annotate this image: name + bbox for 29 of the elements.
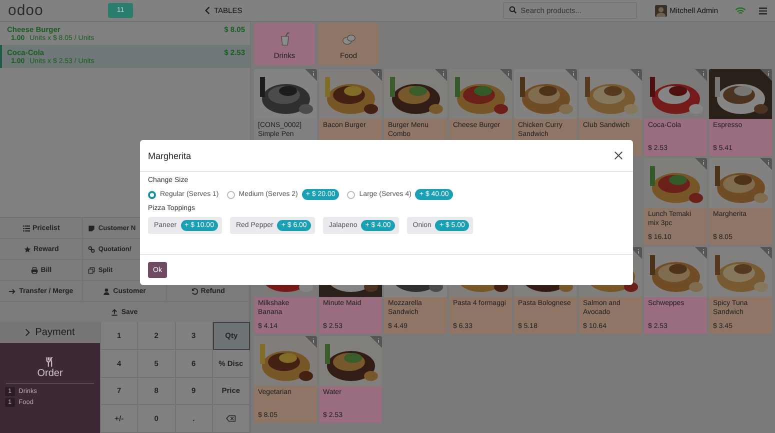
arrow-icon	[9, 288, 16, 294]
radio-button[interactable]	[226, 190, 235, 198]
food-icon	[342, 32, 356, 46]
note-icon	[88, 224, 96, 232]
star-icon	[24, 246, 31, 252]
close-icon[interactable]	[614, 151, 623, 160]
list-icon	[22, 224, 30, 232]
wifi-icon	[735, 6, 746, 14]
search-icon	[508, 6, 517, 14]
backspace-button[interactable]	[212, 405, 250, 433]
printer-icon	[30, 266, 38, 274]
menu-icon[interactable]	[759, 6, 767, 14]
payment-button[interactable]: Payment	[0, 322, 100, 343]
chevron-icon	[25, 328, 30, 337]
cutlery-icon	[46, 357, 54, 367]
dialog-title: Margherita	[148, 150, 192, 160]
radio-button[interactable]	[148, 190, 156, 198]
copy-icon	[88, 266, 96, 274]
undo-icon	[190, 288, 198, 294]
chevron-icon	[205, 6, 210, 15]
user-icon	[103, 288, 110, 294]
radio-button[interactable]	[347, 190, 356, 198]
link-icon	[88, 246, 96, 252]
backspace-icon	[226, 415, 236, 422]
avatar-icon[interactable]	[654, 4, 667, 16]
order-label: Order	[37, 368, 63, 379]
upload-icon	[111, 308, 118, 316]
info-icon[interactable]	[760, 69, 772, 81]
logo[interactable]: odoo	[8, 2, 108, 19]
